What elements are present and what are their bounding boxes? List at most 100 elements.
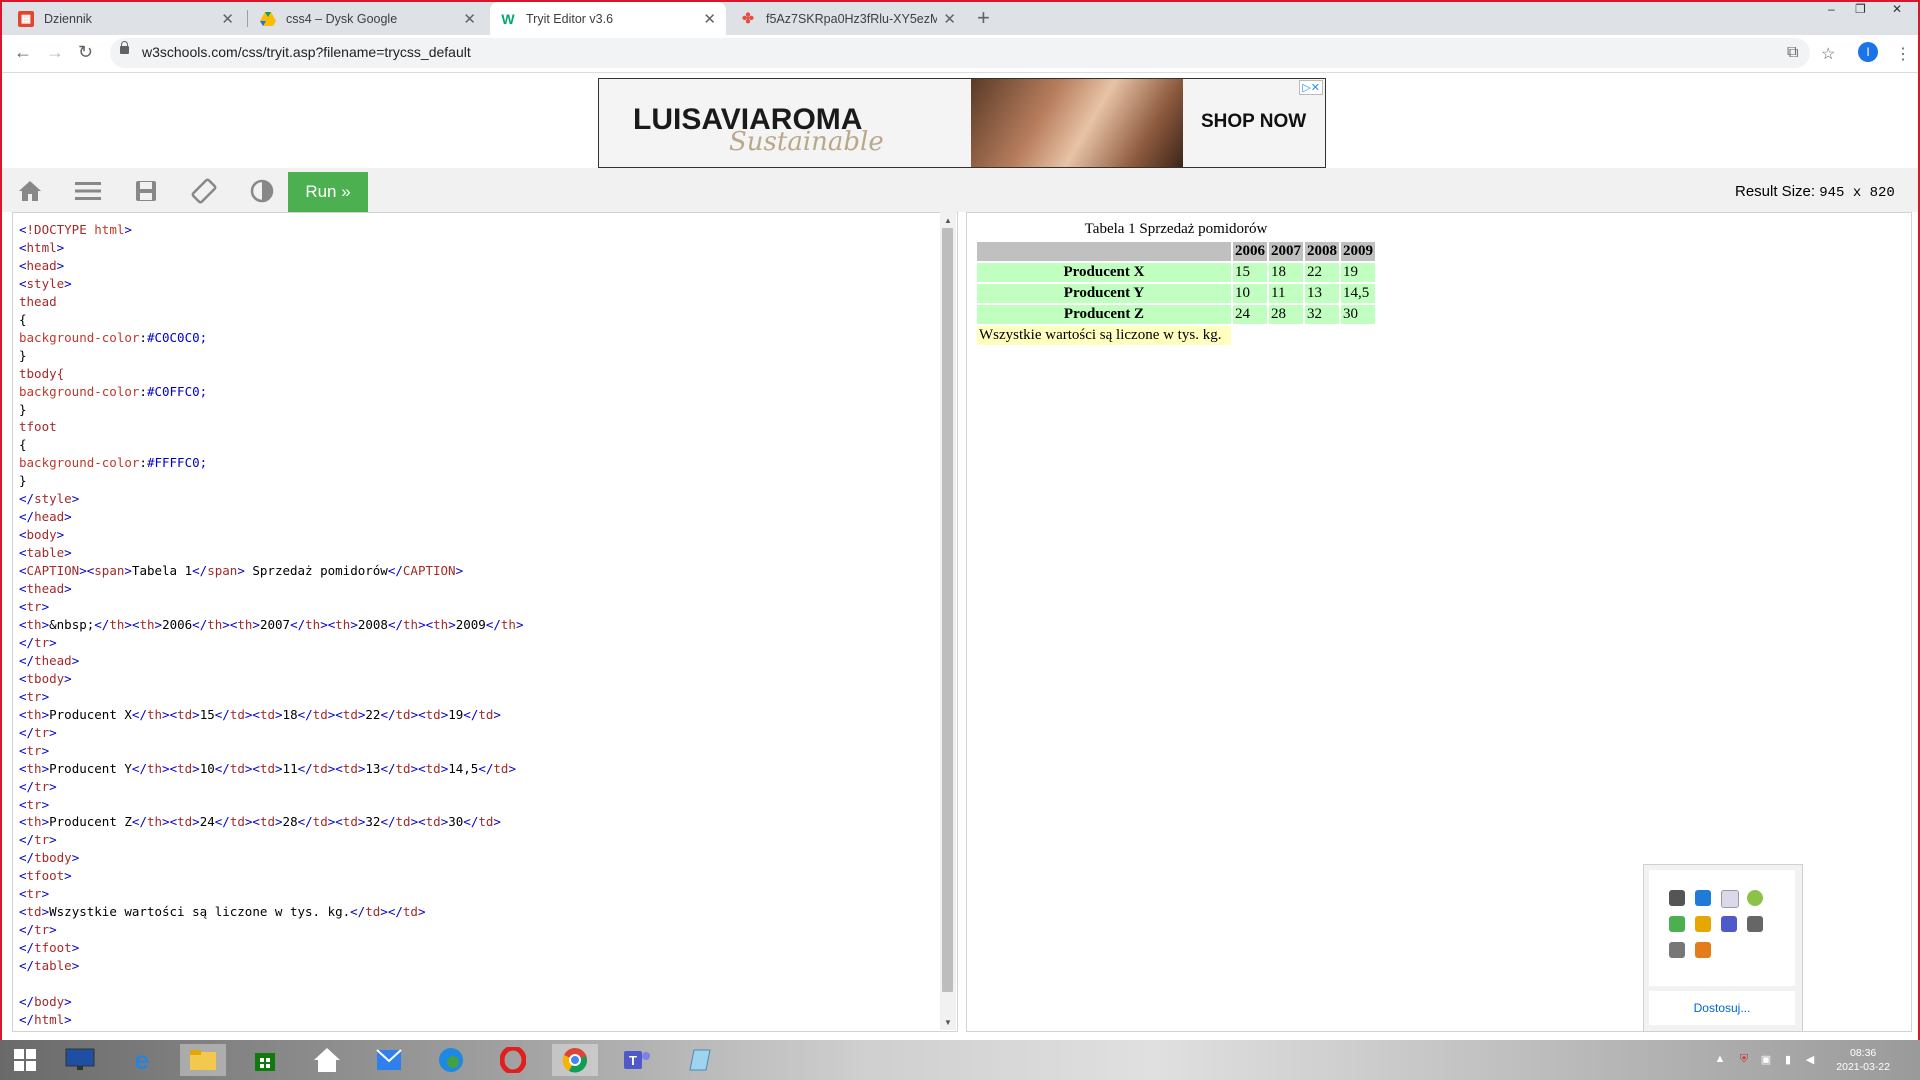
code-line[interactable]: <tr> (19, 797, 49, 812)
code-line[interactable]: <html> (19, 240, 64, 255)
security-tray-icon[interactable] (1747, 890, 1763, 906)
monitor-tray-icon[interactable] (1669, 890, 1685, 906)
tab-tryit-editor[interactable]: W Tryit Editor v3.6 ✕ (490, 2, 726, 35)
code-line[interactable]: </tr> (19, 922, 57, 937)
code-line[interactable]: </tbody> (19, 850, 79, 865)
volume-icon[interactable]: ◀ (1803, 1053, 1817, 1067)
tab-image-link[interactable]: ✤ f5Az7SKRpa0Hz3fRlu-XY5ezMm... ✕ (730, 2, 966, 35)
camera-tray-icon[interactable] (1747, 916, 1763, 932)
code-line[interactable]: </tr> (19, 832, 57, 847)
ad-banner[interactable]: LUISAVIAROMA Sustainable SHOP NOW ▷✕ (598, 78, 1326, 168)
code-line[interactable]: tbody{ (19, 366, 64, 381)
code-editor[interactable]: <!DOCTYPE html> <html> <head> <style> th… (12, 212, 958, 1032)
bluetooth-tray-icon[interactable] (1721, 890, 1739, 908)
code-line[interactable]: <tr> (19, 886, 49, 901)
code-line[interactable]: background-color:#FFFFC0; (19, 455, 207, 470)
code-line[interactable]: <td>Wszystkie wartości są liczone w tys.… (19, 904, 425, 919)
teams-icon[interactable]: T (614, 1044, 660, 1076)
code-line[interactable]: } (19, 348, 27, 363)
code-line[interactable]: <CAPTION><span>Tabela 1</span> Sprzedaż … (19, 563, 463, 578)
printer-tray-icon[interactable] (1669, 942, 1685, 958)
antivirus-icon[interactable]: ⛨ (1737, 1053, 1751, 1067)
run-button[interactable]: Run » (288, 172, 368, 212)
code-line[interactable]: <!DOCTYPE html> (19, 222, 132, 237)
home-icon[interactable] (16, 178, 44, 204)
network-drive-tray-icon[interactable] (1695, 890, 1711, 906)
opera-icon[interactable] (490, 1044, 536, 1076)
minimize-icon[interactable]: – (1828, 2, 1835, 20)
code-line[interactable]: </tr> (19, 779, 57, 794)
notepad-icon[interactable] (676, 1044, 722, 1076)
lenovo-monitor-icon[interactable] (57, 1044, 103, 1076)
code-line[interactable]: </table> (19, 958, 79, 973)
code-line[interactable]: <tbody> (19, 671, 72, 686)
profile-avatar[interactable]: I (1858, 42, 1878, 62)
close-tab-icon[interactable]: ✕ (943, 10, 956, 28)
code-line[interactable]: tfoot (19, 419, 57, 434)
ad-shop-now[interactable]: SHOP NOW (1201, 111, 1306, 133)
code-line[interactable]: </thead> (19, 653, 79, 668)
translate-icon[interactable]: ⧉ (1787, 44, 1798, 62)
code-line[interactable]: <th>Producent X</th><td>15</td><td>18</t… (19, 707, 501, 722)
code-line[interactable]: <tr> (19, 689, 49, 704)
mail-icon[interactable] (366, 1044, 412, 1076)
scroll-down-arrow-icon[interactable]: ▼ (944, 1018, 952, 1027)
code-line[interactable]: </tr> (19, 635, 57, 650)
menu-kebab-icon[interactable]: ⋮ (1895, 44, 1911, 64)
teams-tray-icon[interactable] (1721, 916, 1737, 932)
app-tray-icon[interactable] (1695, 942, 1711, 958)
home-icon[interactable] (304, 1044, 350, 1076)
rotate-orientation-icon[interactable] (190, 178, 218, 204)
restore-icon[interactable]: ❐ (1855, 2, 1866, 20)
check-tray-icon[interactable] (1669, 916, 1685, 932)
clock[interactable]: 08:36 2021-03-22 (1836, 1046, 1890, 1074)
close-tab-icon[interactable]: ✕ (221, 10, 234, 28)
notification-icon[interactable]: ▣ (1759, 1053, 1773, 1067)
contrast-theme-icon[interactable] (248, 178, 276, 204)
new-tab-icon[interactable]: + (977, 5, 990, 31)
reload-icon[interactable]: ↻ (78, 42, 93, 63)
code-line[interactable]: <th>Producent Y</th><td>10</td><td>11</t… (19, 761, 516, 776)
menu-icon[interactable] (74, 178, 102, 204)
customize-link[interactable]: Dostosuj... (1649, 991, 1795, 1025)
store-icon[interactable] (242, 1044, 288, 1076)
code-line[interactable]: <thead> (19, 581, 72, 596)
code-line[interactable]: { (19, 312, 27, 327)
code-line[interactable]: background-color:#C0C0C0; (19, 330, 207, 345)
chrome-icon[interactable] (552, 1044, 598, 1076)
box-tray-icon[interactable] (1695, 916, 1711, 932)
code-line[interactable]: <tfoot> (19, 868, 72, 883)
file-explorer-icon[interactable] (180, 1044, 226, 1076)
scroll-up-arrow-icon[interactable]: ▲ (944, 216, 952, 225)
code-line[interactable]: <body> (19, 527, 64, 542)
code-line[interactable]: </body> (19, 994, 72, 1009)
code-line[interactable]: <table> (19, 545, 72, 560)
code-line[interactable]: <tr> (19, 599, 49, 614)
ad-close-icon[interactable]: ▷✕ (1299, 80, 1323, 95)
code-line[interactable]: } (19, 402, 27, 417)
tab-google-drive[interactable]: css4 – Dysk Google ✕ (250, 2, 486, 35)
code-line[interactable]: </head> (19, 509, 72, 524)
code-text[interactable]: <!DOCTYPE html> <html> <head> <style> th… (19, 221, 524, 1029)
close-tab-icon[interactable]: ✕ (703, 10, 716, 28)
code-line[interactable]: <head> (19, 258, 64, 273)
code-line[interactable]: <th>&nbsp;</th><th>2006</th><th>2007</th… (19, 617, 524, 632)
close-tab-icon[interactable]: ✕ (463, 10, 476, 28)
back-icon[interactable]: ← (14, 42, 32, 63)
network-icon[interactable]: ▮ (1781, 1053, 1795, 1067)
tab-dziennik[interactable]: ▦ Dziennik ✕ (8, 2, 244, 35)
code-line[interactable]: { (19, 437, 27, 452)
code-line[interactable]: thead (19, 294, 57, 309)
edge-icon[interactable] (428, 1044, 474, 1076)
code-scrollbar-thumb[interactable] (942, 228, 953, 992)
code-line[interactable]: </style> (19, 491, 79, 506)
code-line[interactable]: </tr> (19, 725, 57, 740)
bookmark-star-icon[interactable]: ☆ (1821, 44, 1835, 64)
forward-icon[interactable]: → (46, 42, 64, 63)
start-windows-icon[interactable] (2, 1044, 48, 1076)
code-line[interactable]: </html> (19, 1012, 72, 1027)
close-window-icon[interactable]: ✕ (1892, 2, 1902, 20)
code-line[interactable]: background-color:#C0FFC0; (19, 384, 207, 399)
code-line[interactable]: <th>Producent Z</th><td>24</td><td>28</t… (19, 814, 501, 829)
show-hidden-icons-icon[interactable]: ▲ (1713, 1053, 1727, 1067)
